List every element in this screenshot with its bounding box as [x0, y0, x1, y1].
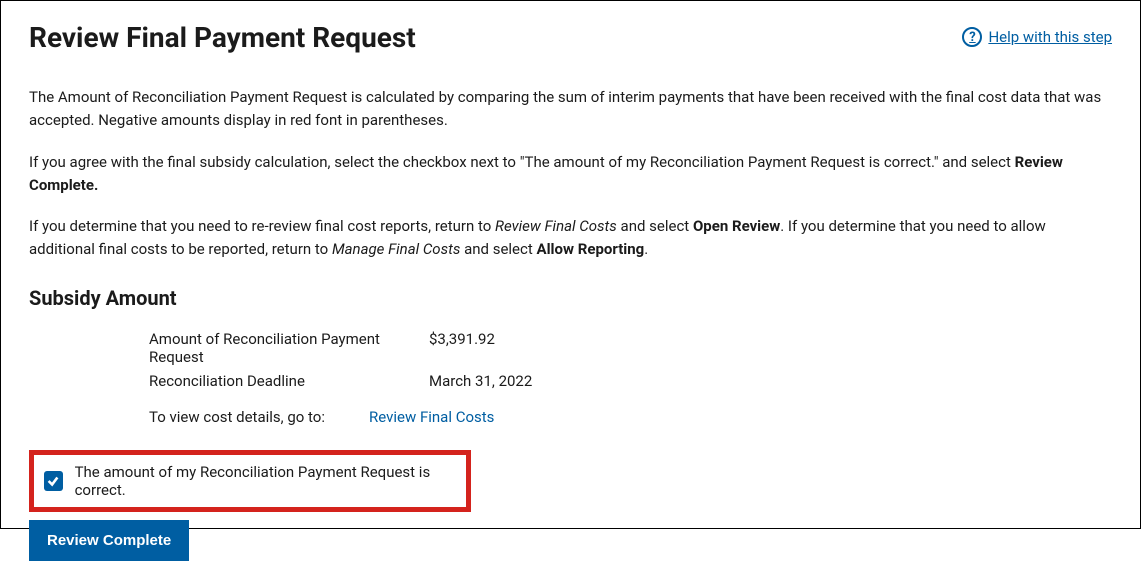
confirmation-checkbox-label: The amount of my Reconciliation Payment …: [75, 463, 456, 499]
intro-p3-h: Allow Reporting: [537, 240, 645, 258]
subsidy-heading: Subsidy Amount: [29, 286, 1112, 310]
intro-p3-f: Manage Final Costs: [332, 240, 460, 258]
question-icon: ?: [962, 27, 982, 47]
intro-paragraph-2: If you agree with the final subsidy calc…: [29, 151, 1112, 198]
details-row: To view cost details, go to: Review Fina…: [29, 408, 1112, 426]
amount-value: $3,391.92: [429, 330, 679, 366]
page-title: Review Final Payment Request: [29, 21, 416, 54]
confirmation-checkbox[interactable]: [44, 471, 63, 491]
help-link-label: Help with this step: [988, 28, 1112, 46]
details-label: To view cost details, go to:: [29, 408, 369, 426]
intro-p3-a: If you determine that you need to re-rev…: [29, 217, 495, 235]
page-container: Review Final Payment Request ? Help with…: [0, 0, 1141, 529]
review-complete-button[interactable]: Review Complete: [29, 520, 189, 561]
confirmation-highlight: The amount of my Reconciliation Payment …: [29, 450, 471, 512]
help-link[interactable]: ? Help with this step: [962, 27, 1112, 47]
deadline-row: Reconciliation Deadline March 31, 2022: [29, 372, 1112, 390]
header-row: Review Final Payment Request ? Help with…: [29, 21, 1112, 86]
deadline-value: March 31, 2022: [429, 372, 679, 390]
check-icon: [46, 474, 60, 488]
checkbox-wrap: The amount of my Reconciliation Payment …: [44, 463, 456, 499]
button-row: Review Complete: [29, 520, 1112, 561]
intro-paragraph-1: The Amount of Reconciliation Payment Req…: [29, 86, 1112, 133]
intro-p2-text: If you agree with the final subsidy calc…: [29, 153, 1015, 171]
intro-p3-g: and select: [460, 240, 536, 258]
intro-p3-i: .: [644, 240, 648, 258]
amount-row: Amount of Reconciliation Payment Request…: [29, 330, 1112, 366]
intro-p3-d: Open Review: [693, 217, 780, 235]
intro-paragraph-3: If you determine that you need to re-rev…: [29, 215, 1112, 262]
intro-p3-c: and select: [617, 217, 693, 235]
amount-label: Amount of Reconciliation Payment Request: [29, 330, 429, 366]
deadline-label: Reconciliation Deadline: [29, 372, 429, 390]
review-final-costs-link[interactable]: Review Final Costs: [369, 408, 494, 426]
intro-p3-b: Review Final Costs: [495, 217, 617, 235]
